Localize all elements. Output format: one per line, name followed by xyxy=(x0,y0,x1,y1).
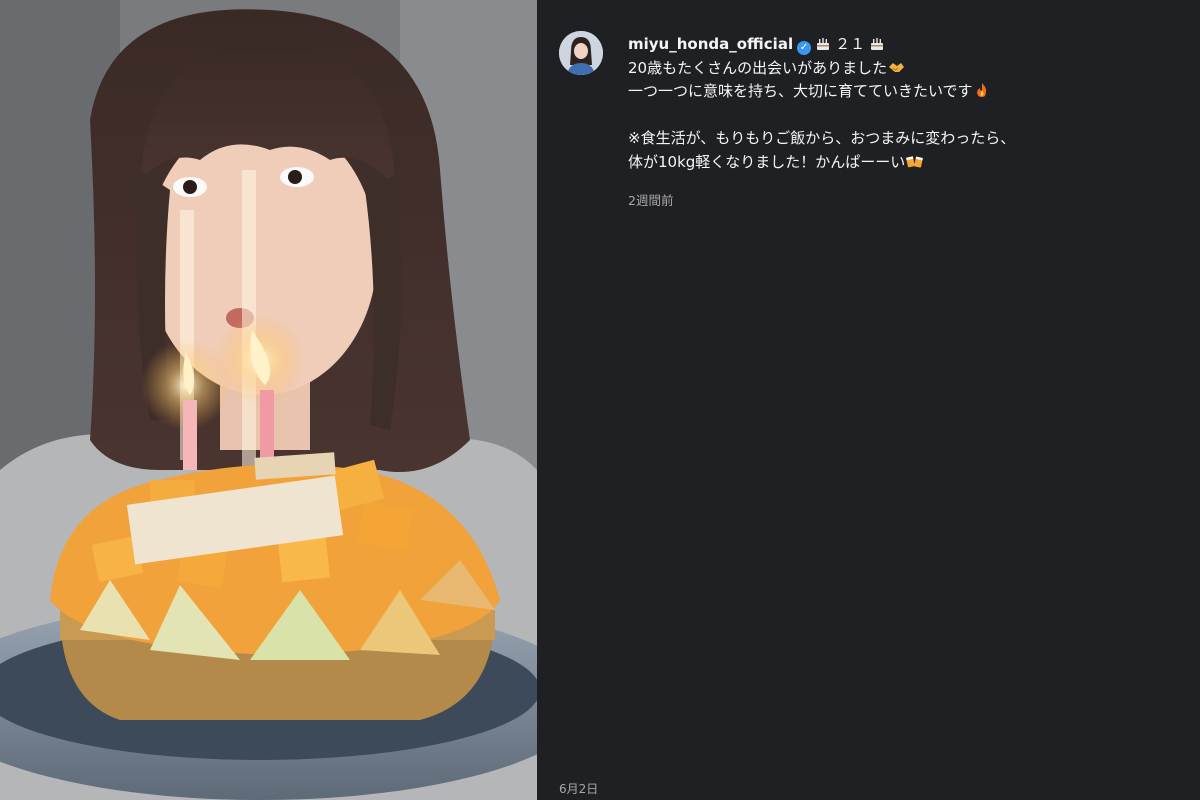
caption-line: 一つ一つに意味を持ち、大切に育てていきたいです xyxy=(628,80,1168,104)
post-relative-time[interactable]: 2週間前 xyxy=(628,190,673,209)
caption-text: 一つ一つに意味を持ち、大切に育てていきたいです xyxy=(628,82,973,100)
beer-mugs-icon xyxy=(906,155,924,168)
post-date[interactable]: 6月2日 xyxy=(559,780,598,797)
caption-line: 20歳もたくさんの出会いがありました xyxy=(628,57,1168,81)
birthday-photo-illustration xyxy=(0,0,537,800)
handshake-icon xyxy=(889,62,905,72)
post-photo[interactable] xyxy=(0,0,537,800)
caption-block: miyu_honda_official ✓ ２１ 20歳もたくさんの出会いがありま… xyxy=(628,33,1168,174)
caption-line: ※食生活が、もりもりご飯から、おつまみに変わったら、 xyxy=(628,127,1168,151)
age-badge-text: ２１ xyxy=(835,35,866,53)
birthday-cake-icon xyxy=(817,38,830,50)
post-caption-panel: miyu_honda_official ✓ ２１ 20歳もたくさんの出会いがありま… xyxy=(537,0,1200,800)
profile-avatar[interactable] xyxy=(559,31,603,75)
birthday-cake-icon xyxy=(871,38,884,50)
caption-line: 体が10kg軽くなりました！かんぱーーい xyxy=(628,151,1168,175)
caption-text: ※食生活が、もりもりご飯から、おつまみに変わったら、 xyxy=(628,129,1016,147)
caption-header-line: miyu_honda_official ✓ ２１ xyxy=(628,33,1168,57)
caption-text: 体が10kg軽くなりました！かんぱーーい xyxy=(628,152,906,171)
fire-icon xyxy=(976,83,986,97)
username-link[interactable]: miyu_honda_official xyxy=(628,35,793,53)
verified-badge-icon: ✓ xyxy=(797,41,812,55)
caption-text: 20歳もたくさんの出会いがありました xyxy=(628,58,888,77)
avatar-image-icon xyxy=(559,31,603,75)
